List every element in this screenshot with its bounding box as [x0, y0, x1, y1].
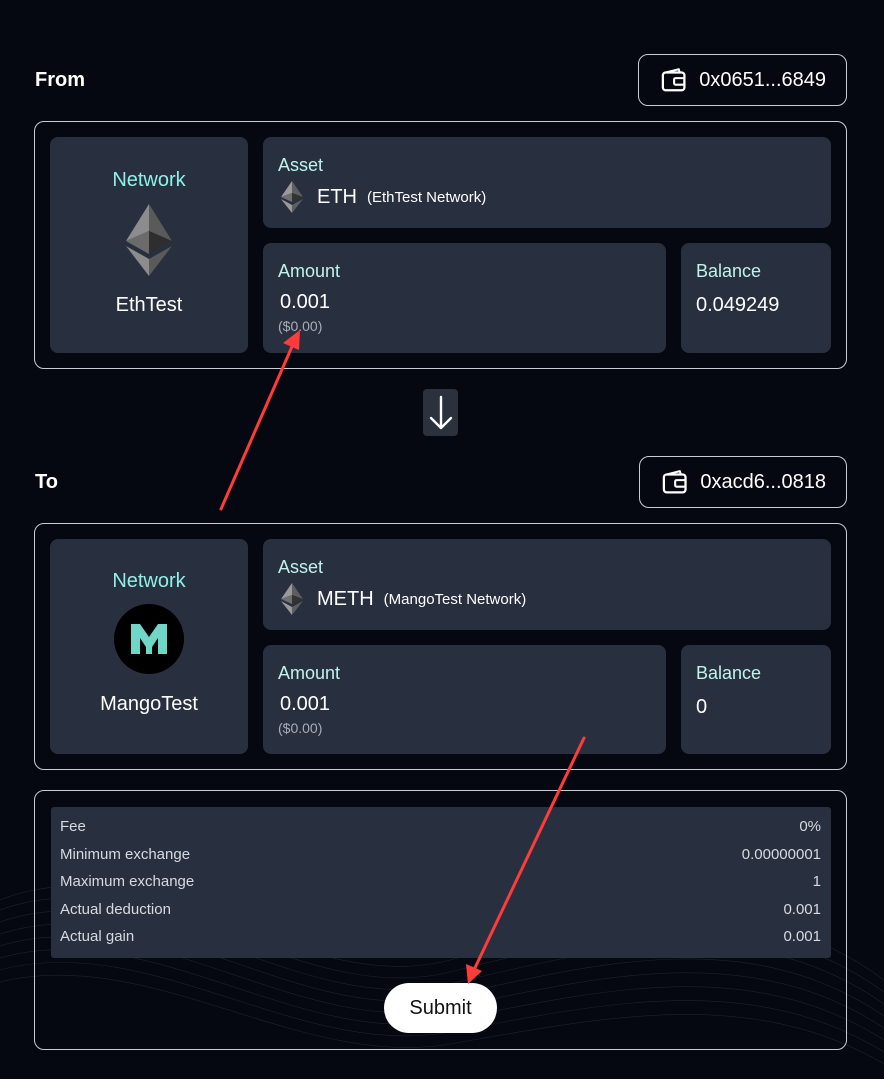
fee-value: 0% — [799, 818, 821, 836]
to-network-name: MangoTest — [100, 693, 198, 715]
swap-direction-button[interactable] — [423, 389, 458, 436]
eth-token-icon — [281, 181, 303, 213]
from-amount-card[interactable]: Amount 0.001 ($0.00) — [263, 243, 666, 353]
from-amount-label: Amount — [278, 261, 341, 281]
to-amount-card[interactable]: Amount 0.001 ($0.00) — [263, 645, 666, 754]
actual-deduction-value: 0.001 — [783, 900, 821, 918]
to-title: To — [35, 471, 58, 493]
to-wallet-button[interactable]: 0xacd6...0818 — [639, 456, 847, 508]
summary-table: Fee 0% Minimum exchange 0.00000001 Maxim… — [51, 807, 831, 958]
actual-deduction-label: Actual deduction — [60, 900, 171, 918]
ethereum-icon — [126, 204, 172, 276]
to-asset-card[interactable]: Asset METH (MangoTest Network) — [263, 539, 831, 630]
wallet-icon — [661, 68, 686, 92]
to-amount-value: 0.001 — [280, 693, 331, 715]
to-balance-value: 0 — [696, 696, 708, 718]
max-exchange-label: Maximum exchange — [60, 873, 195, 891]
from-asset-symbol: ETH — [317, 185, 357, 208]
max-exchange-value: 1 — [812, 873, 821, 891]
from-amount-input[interactable]: 0.001 — [280, 291, 330, 314]
wallet-icon — [662, 470, 687, 494]
from-title: From — [35, 69, 85, 91]
min-exchange-value: 0.00000001 — [741, 845, 821, 863]
arrow-down-icon — [429, 395, 452, 429]
min-exchange-label: Minimum exchange — [60, 845, 191, 863]
from-wallet-button[interactable]: 0x0651...6849 — [638, 54, 847, 106]
fee-label: Fee — [60, 818, 86, 836]
summary-row: Minimum exchange 0.00000001 — [60, 841, 821, 869]
summary-row: Actual deduction 0.001 — [60, 896, 821, 924]
to-network-card[interactable]: Network MangoTest — [50, 539, 248, 754]
from-balance-value: 0.049249 — [696, 294, 780, 316]
to-asset-symbol: METH — [317, 587, 374, 610]
to-asset-network: (MangoTest Network) — [383, 590, 527, 608]
to-balance-label: Balance — [696, 663, 762, 683]
summary-row: Actual gain 0.001 — [60, 923, 821, 951]
from-asset-label: Asset — [278, 155, 324, 175]
to-wallet-address: 0xacd6...0818 — [700, 470, 826, 493]
to-balance-card: Balance 0 — [681, 645, 831, 754]
from-asset-card[interactable]: Asset ETH (EthTest Network) — [263, 137, 831, 228]
from-wallet-address: 0x0651...6849 — [699, 68, 826, 91]
mango-logo-icon — [114, 604, 184, 674]
to-asset-label: Asset — [278, 557, 324, 577]
summary-row: Fee 0% — [60, 813, 821, 841]
to-amount-usd: ($0.00) — [278, 720, 323, 736]
from-amount-usd: ($0.00) — [278, 318, 323, 334]
to-network-label: Network — [112, 570, 186, 592]
actual-gain-value: 0.001 — [783, 928, 821, 946]
summary-row: Maximum exchange 1 — [60, 868, 821, 896]
from-asset-network: (EthTest Network) — [367, 188, 487, 206]
from-network-label: Network — [112, 169, 186, 191]
actual-gain-label: Actual gain — [60, 928, 135, 946]
from-network-name: EthTest — [115, 294, 183, 316]
from-network-card[interactable]: Network EthTest — [50, 137, 248, 353]
from-balance-card: Balance 0.049249 — [681, 243, 831, 353]
from-balance-label: Balance — [696, 261, 762, 281]
submit-button[interactable]: Submit — [384, 983, 497, 1033]
meth-token-icon — [281, 583, 303, 615]
to-amount-label: Amount — [278, 663, 341, 683]
